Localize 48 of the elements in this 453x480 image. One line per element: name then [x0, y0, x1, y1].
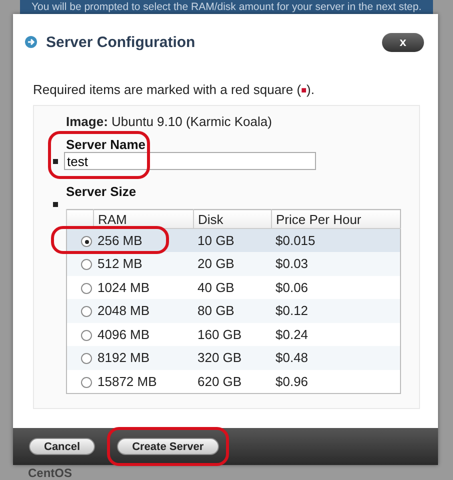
create-server-button[interactable]: Create Server	[117, 438, 219, 455]
field-label: Server Size	[65, 184, 138, 199]
radio-button[interactable]	[81, 330, 92, 341]
dialog-title: Server Configuration	[46, 34, 196, 50]
table-cell: 8192 MB	[98, 350, 150, 366]
server-name-field[interactable]: test	[64, 152, 316, 170]
banner-text: You will be prompted to select the RAM/disk amount for your server in the next step.	[31, 1, 422, 13]
table-cell: $0.03	[276, 256, 308, 272]
table-cell: 2048 MB	[98, 303, 150, 318]
radio-button[interactable]	[81, 282, 92, 294]
radio-button[interactable]	[81, 353, 92, 364]
table-cell: 4096 MB	[98, 326, 150, 342]
table-cell: 512 MB	[98, 256, 142, 272]
radio-button[interactable]	[81, 376, 92, 388]
image-line: Image: Ubuntu 9.10 (Karmic Koala)	[65, 114, 273, 129]
table-cell: 256 MB	[98, 233, 142, 248]
table-cell: 1024 MB	[98, 280, 150, 295]
table-row[interactable]: 1024 MB 40 GB $0.06	[66, 276, 400, 299]
table-cell: 15872 MB	[98, 374, 157, 388]
table-cell: 620 GB	[198, 374, 242, 388]
table-cell: $0.06	[276, 280, 308, 295]
table-cell: 160 GB	[198, 326, 242, 342]
field-label: Server Name	[65, 137, 146, 152]
radio-button[interactable]	[81, 259, 92, 270]
column-header: Price Per Hour	[272, 210, 400, 228]
column-header: RAM	[94, 210, 194, 228]
table-cell: 10 GB	[198, 233, 234, 248]
table-row[interactable]: 512 MB 20 GB $0.03	[66, 252, 400, 276]
table-cell: $0.24	[276, 326, 308, 342]
column-header: Disk	[194, 210, 272, 228]
table-cell: $0.48	[276, 350, 308, 366]
cancel-button[interactable]: Cancel	[29, 438, 96, 455]
table-cell: $0.015	[276, 233, 316, 248]
table-row[interactable]: 4096 MB 160 GB $0.24	[66, 322, 400, 346]
table-row[interactable]: 15872 MB 620 GB $0.96	[66, 370, 400, 393]
radio-button[interactable]	[81, 236, 92, 248]
table-row[interactable]: 256 MB 10 GB $0.015	[66, 228, 400, 252]
required-note: Required items are marked with a red square (■).	[33, 82, 316, 97]
table-cell: $0.96	[276, 374, 308, 388]
radio-button[interactable]	[81, 306, 92, 318]
close-button[interactable]: x	[382, 32, 424, 52]
logo-text: CentOS	[28, 466, 72, 480]
table-cell: 20 GB	[198, 256, 234, 272]
table-cell: 320 GB	[198, 350, 242, 366]
table-cell: 80 GB	[198, 303, 234, 318]
arrow-circle-icon	[25, 36, 37, 48]
table-cell: 40 GB	[198, 280, 234, 295]
table-cell: $0.12	[276, 303, 308, 318]
